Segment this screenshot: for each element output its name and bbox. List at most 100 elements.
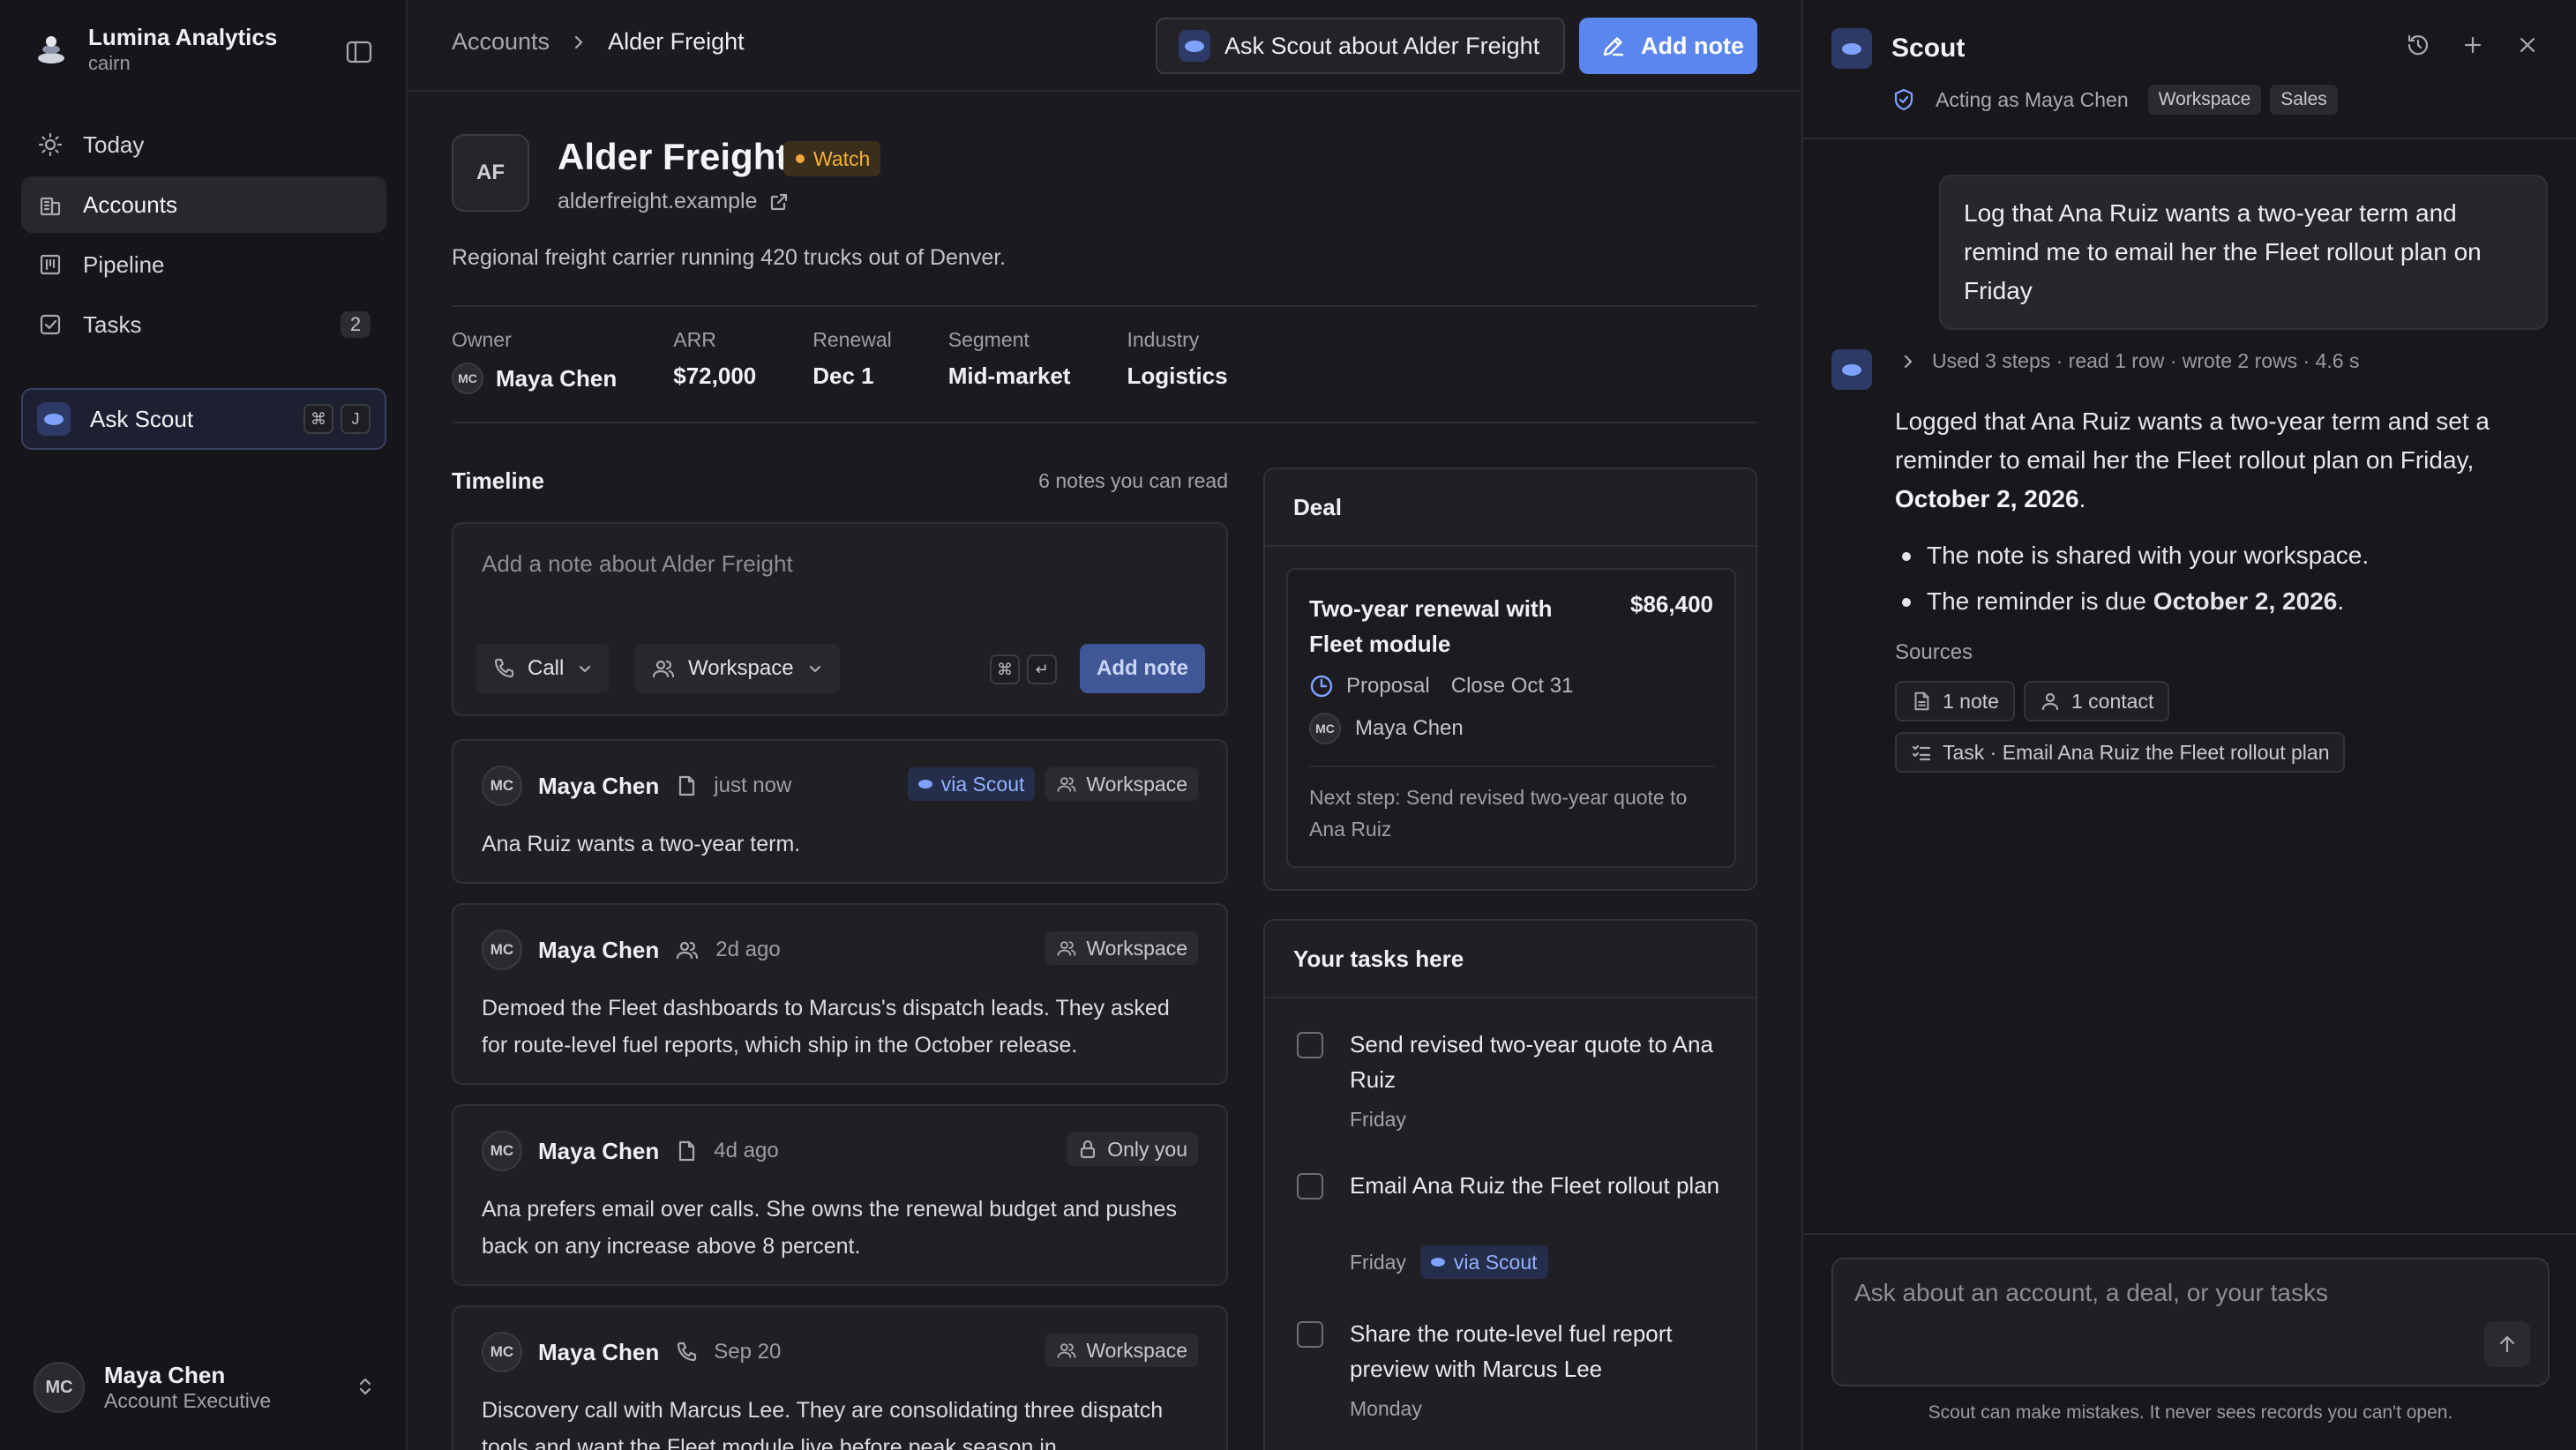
sidebar-item-accounts[interactable]: Accounts [21,176,386,233]
fact-industry: Industry Logistics [1127,328,1227,394]
reply-bullet: The reminder is due October 2, 2026. [1895,579,2548,624]
visibility-label: Only you [1107,1137,1187,1161]
task-list-icon [1912,744,1931,761]
sidebar-item-label: Today [83,131,145,158]
ask-scout-about-account-button[interactable]: Ask Scout about Alder Freight [1156,18,1565,74]
status-badge: Watch [783,141,881,176]
fact-value: Maya Chen [496,364,618,392]
source-label: Task · Email Ana Ruiz the Fleet rollout … [1943,740,2330,764]
source-chip-task[interactable]: Task · Email Ana Ruiz the Fleet rollout … [1895,732,2346,773]
note-author: Maya Chen [538,1137,660,1164]
avatar: MC [482,1131,522,1171]
note-time: Sep 20 [714,1340,782,1364]
ask-scout-button[interactable]: Ask Scout ⌘ J [21,388,386,450]
acting-as-bar: Acting as Maya Chen Workspace Sales [1891,85,2338,115]
building-icon [40,197,61,216]
visibility-label: Workspace [1086,936,1187,960]
scout-icon [1179,30,1210,62]
user-menu[interactable]: MC Maya Chen Account Executive [34,1362,378,1413]
pipeline-icon [40,254,61,275]
task-text[interactable]: Email Ana Ruiz the Fleet rollout plan [1350,1168,1738,1203]
send-button[interactable] [2484,1321,2530,1367]
sidebar-item-tasks[interactable]: Tasks 2 [21,296,386,353]
kbd-j: J [341,404,371,434]
source-chip-contact[interactable]: 1 contact [2024,681,2170,721]
tasks-title: Your tasks here [1293,945,1464,972]
note-type-select[interactable]: Call [476,644,610,693]
reply-bullet: The note is shared with your workspace. [1895,533,2548,579]
note-input[interactable]: Add a note about Alder Freight [482,550,793,578]
sidebar-toggle-icon[interactable] [344,37,374,67]
acting-as-label: Acting as Maya Chen [1936,87,2129,111]
avatar: MC [1309,713,1341,744]
sources-label: Sources [1895,640,1973,664]
close-icon[interactable] [2514,32,2541,58]
phone-icon [678,1342,697,1362]
account-url: alderfreight.example [558,189,758,213]
note-body: Ana Ruiz wants a two-year term. [482,832,801,856]
brand-name: Lumina Analytics [88,24,278,50]
people-icon [677,941,699,960]
add-note-label: Add note [1641,32,1744,59]
scout-icon [1831,349,1872,390]
task-text[interactable]: Send revised two-year quote to Ana Ruiz [1350,1027,1738,1097]
visibility-badge: Only you [1067,1132,1198,1166]
sidebar-item-today[interactable]: Today [21,116,386,173]
breadcrumb-current: Alder Freight [608,28,745,55]
document-icon [1914,691,1929,711]
people-icon [1058,777,1076,792]
fact-label: Segment [947,328,1030,351]
workspace-switcher[interactable]: Lumina Analytics cairn [34,23,277,76]
task-due: Friday [1350,1250,1406,1274]
via-scout-label: via Scout [940,772,1025,796]
deal-amount: $86,400 [1630,591,1713,617]
submit-note-button[interactable]: Add note [1080,644,1205,693]
task-checkbox[interactable] [1297,1321,1323,1348]
breadcrumb-accounts[interactable]: Accounts [452,28,550,56]
fact-value: Dec 1 [812,362,874,389]
divider [1265,545,1756,547]
note-author: Maya Chen [538,1338,660,1365]
user-role: Account Executive [104,1389,272,1412]
deal-stage-label: Proposal [1346,674,1430,698]
scout-input[interactable]: Ask about an account, a deal, or your ta… [1831,1258,2550,1386]
lock-icon [1081,1140,1096,1159]
steps-toggle[interactable]: Used 3 steps · read 1 row · wrote 2 rows… [1898,349,2359,373]
account-facts: Owner MC Maya Chen ARR $72,000 Renewal De… [452,328,1284,394]
scout-icon [1831,28,1872,69]
source-chip-note[interactable]: 1 note [1895,681,2015,721]
account-main: Accounts Alder Freight Ask Scout about A… [408,0,1801,1450]
task-checkbox[interactable] [1297,1032,1323,1058]
task-text[interactable]: Share the route-level fuel report previe… [1350,1316,1738,1386]
reply-date: October 2, 2026 [1895,485,2079,512]
note-time: 2d ago [715,938,781,961]
scope-badge: Sales [2270,85,2338,115]
add-note-button[interactable]: Add note [1579,18,1757,74]
divider [452,305,1757,307]
tasks-count-badge: 2 [341,311,371,338]
plus-icon[interactable] [2460,32,2486,58]
deal-next-step: Next step: Send revised two-year quote t… [1309,786,1688,841]
sidebar-item-pipeline[interactable]: Pipeline [21,236,386,293]
task-due: Monday [1350,1397,1422,1420]
note-type-label: Call [528,656,565,680]
divider [1309,766,1715,767]
note-author: Maya Chen [538,772,660,799]
kbd-cmd: ⌘ [303,404,333,434]
document-icon [679,1140,695,1162]
divider [1265,997,1756,998]
phone-icon [494,658,514,678]
task-checkbox[interactable] [1297,1173,1323,1200]
sidebar-item-label: Accounts [83,191,177,218]
stage-progress-icon [1310,675,1333,698]
note-body: Demoed the Fleet dashboards to Marcus's … [482,996,1170,1058]
note-visibility-select[interactable]: Workspace [635,644,840,693]
note-author: Maya Chen [538,936,660,963]
breadcrumb: Accounts Alder Freight [452,28,745,56]
people-icon [1058,941,1076,956]
scout-icon [37,402,71,436]
history-icon[interactable] [2405,32,2431,58]
account-website-link[interactable]: alderfreight.example [558,189,790,214]
deal-item[interactable]: Two-year renewal with Fleet module $86,4… [1286,568,1736,868]
brand-subtitle: cairn [88,52,131,74]
